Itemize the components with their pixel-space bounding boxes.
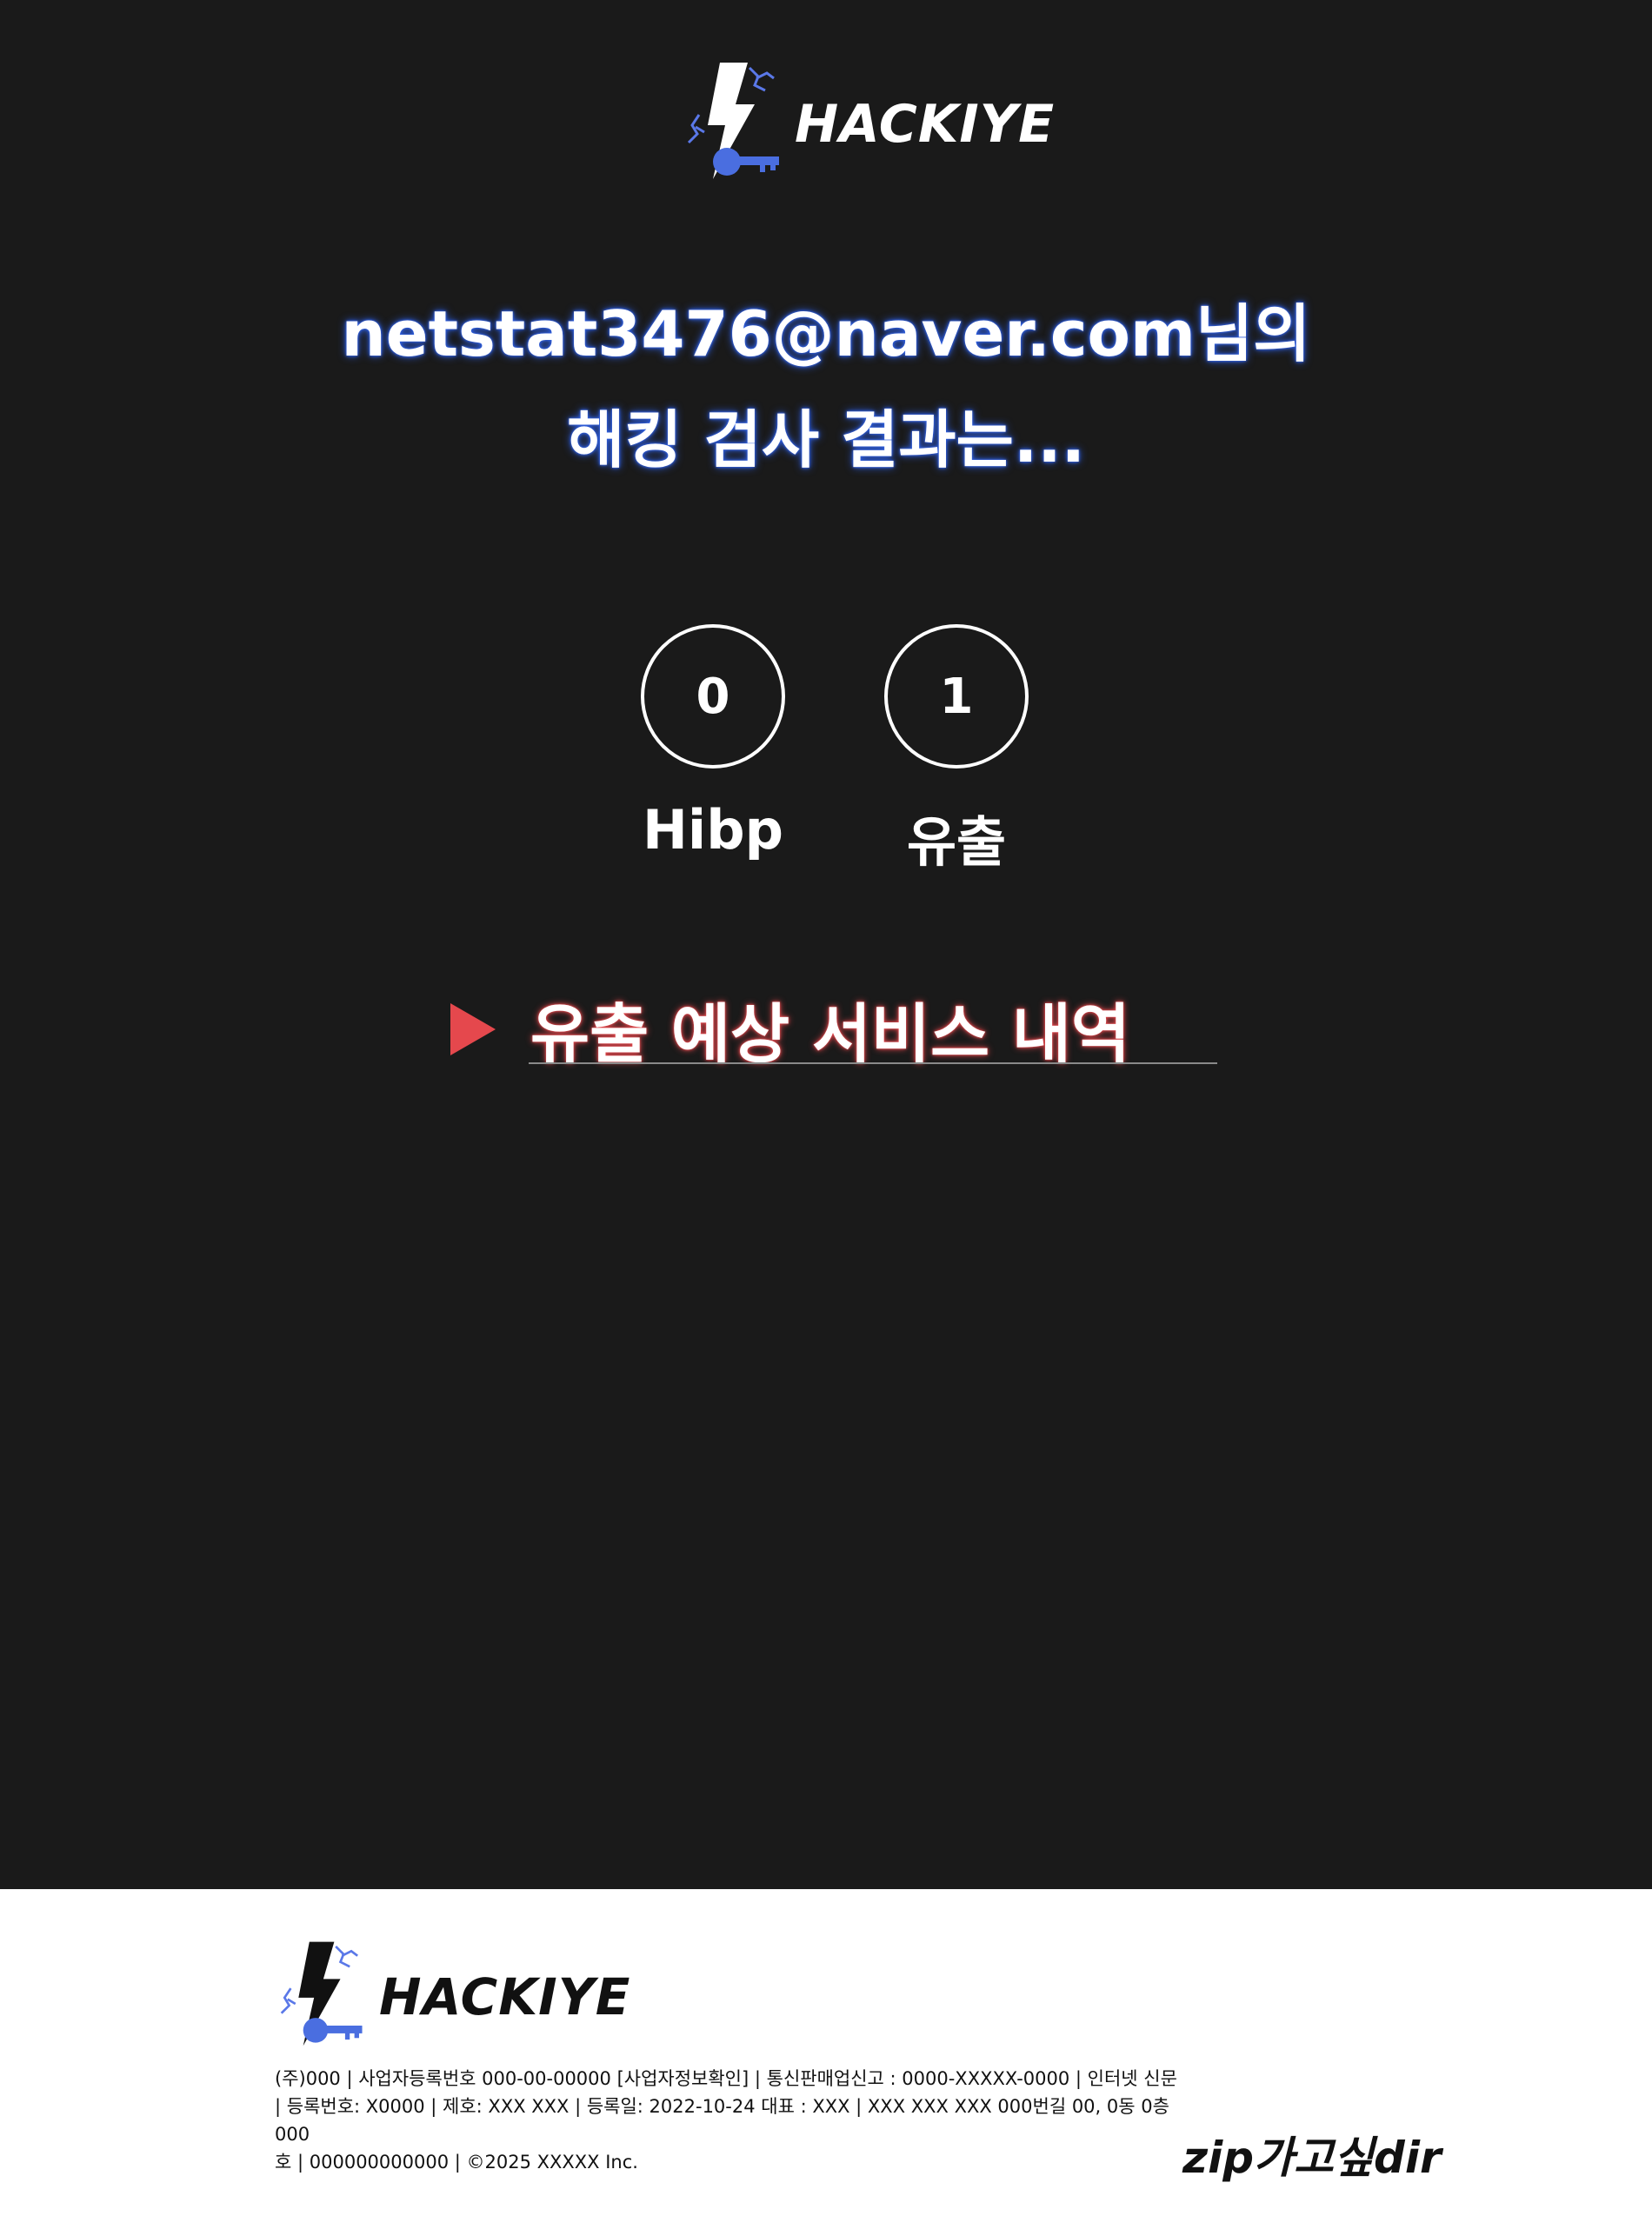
lightning-key-icon bbox=[687, 63, 779, 179]
stat-hibp-label: Hibp bbox=[643, 798, 783, 862]
header-logo[interactable]: HACKIYE bbox=[687, 59, 1055, 181]
stat-leak-label: 유출 bbox=[906, 810, 1007, 874]
stat-leak-count: 1 bbox=[884, 624, 1029, 769]
company-info-line: | 등록번호: X0000 | 제호: XXX XXX | 등록일: 2022-… bbox=[275, 2096, 1169, 2145]
company-info-line: (주)000 | 사업자등록번호 000-00-00000 [사업자정보확인] … bbox=[275, 2068, 1177, 2089]
lightning-key-icon bbox=[280, 1941, 363, 2046]
stat-hibp-count: 0 bbox=[641, 624, 785, 769]
section-divider bbox=[529, 1062, 1217, 1064]
main-panel: HACKIYE netstat3476@naver.com님의 해킹 검사 결과… bbox=[0, 0, 1652, 1889]
section-title: 유출 예상 서비스 내역 bbox=[530, 997, 1131, 1072]
footer-logo[interactable]: HACKIYE bbox=[275, 1939, 630, 2047]
leak-services-section-header: 유출 예상 서비스 내역 bbox=[450, 982, 1130, 1075]
result-heading-line: 해킹 검사 결과는... bbox=[567, 403, 1085, 476]
company-info-line: 호 | 000000000000 | ©2025 XXXXX Inc. bbox=[275, 2152, 638, 2173]
stat-hibp: 0 Hibp bbox=[639, 624, 787, 862]
brand-name: HACKIYE bbox=[795, 94, 1056, 155]
company-info: (주)000 | 사업자등록번호 000-00-00000 [사업자정보확인] … bbox=[275, 2065, 1196, 2176]
footer-tagline: zip가고싶dir bbox=[1182, 2133, 1442, 2183]
footer-brand-name: HACKIYE bbox=[379, 1966, 631, 2026]
stat-leak: 1 유출 bbox=[883, 624, 1030, 876]
result-email-line: netstat3476@naver.com님의 bbox=[341, 297, 1311, 370]
play-triangle-icon bbox=[450, 1002, 496, 1055]
